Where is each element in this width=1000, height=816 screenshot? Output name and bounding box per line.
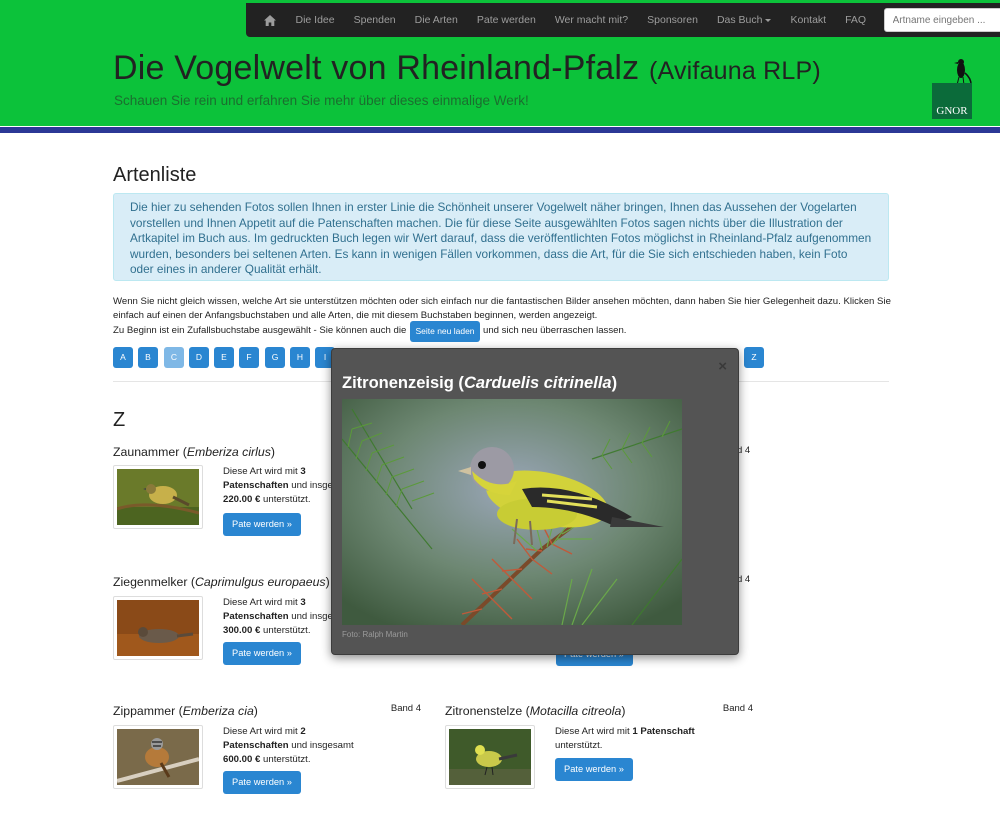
nav-das-buch[interactable]: Das Buch [707,3,781,37]
ziegenmelker-photo [117,600,199,656]
site-title-suffix[interactable]: (Avifauna RLP) [649,57,821,85]
nav-faq[interactable]: FAQ [836,3,876,37]
species-name[interactable]: Zippammer (Emberiza cia) [113,704,258,718]
photo-credit: Foto: Ralph Martin [342,630,408,639]
species-common-name[interactable]: Ziegenmelker [113,575,188,589]
patenschaft-count: 2 [300,726,306,737]
patenschaft-count: 3 [300,597,306,608]
page-title: Artenliste [113,164,197,186]
band-label: Band 4 [722,703,753,714]
intro-lead-text: Zu Beginn ist ein Zufallsbuchstabe ausge… [113,325,407,336]
species-latin-name[interactable]: Emberiza cia [183,704,254,718]
modal-species-name: Zitronenzeisig [342,374,454,392]
species-common-name[interactable]: Zitronenstelze [445,704,522,718]
modal-species-latin: Carduelis citrinella [463,374,612,392]
gnor-logo[interactable]: GNOR [932,57,972,119]
species-card-zippammer: Zippammer (Emberiza cia) Band 4 Diese Ar… [113,703,421,814]
desc-text: unterstützt. [260,753,311,765]
reload-page-button[interactable]: Seite neu laden [410,321,480,342]
nav-die-arten[interactable]: Die Arten [405,3,467,37]
caret-down-icon [765,18,772,22]
logo-text: GNOR [936,105,968,117]
desc-bold: Patenschaften [223,739,289,751]
letter-button-g[interactable]: G [265,347,285,368]
modal-species-photo [342,399,682,625]
desc-text: Diese Art wird mit [555,726,630,737]
species-thumbnail[interactable] [113,465,203,529]
species-latin-name[interactable]: Motacilla citreola [530,704,622,718]
species-name[interactable]: Zitronenstelze (Motacilla citreola) [445,704,625,718]
letter-button-d[interactable]: D [189,347,209,368]
nav-das-buch-label: Das Buch [716,14,763,26]
become-sponsor-button[interactable]: Pate werden » [223,771,301,794]
nav-kontakt[interactable]: Kontakt [781,3,836,37]
desc-bold: Patenschaften [223,479,289,491]
desc-text: Diese Art wird mit [223,466,298,477]
site-title-main[interactable]: Die Vogelwelt von Rheinland-Pfalz [113,49,639,87]
become-sponsor-button[interactable]: Pate werden » [555,758,633,781]
letter-button-f[interactable]: F [239,347,259,368]
zippammer-photo [116,729,200,785]
home-icon [264,14,276,26]
letter-button-b[interactable]: B [138,347,158,368]
desc-text: und insgesamt [288,739,354,751]
species-photo-modal: Zitronenzeisig (Carduelis citrinella) × [331,348,739,655]
letter-button-c[interactable]: C [164,347,184,368]
species-common-name[interactable]: Zaunammer [113,445,179,459]
header-blue-bar [0,127,1000,133]
letter-button-a[interactable]: A [113,347,133,368]
zaunammer-photo [116,469,200,525]
nav-die-idee[interactable]: Die Idee [286,3,344,37]
nav-spenden[interactable]: Spenden [344,3,405,37]
species-card-zitronenstelze: Zitronenstelze (Motacilla citreola) Band… [445,703,753,814]
species-common-name[interactable]: Zippammer [113,704,175,718]
band-label: Band 4 [390,703,421,714]
nav-wer-macht-mit[interactable]: Wer macht mit? [545,3,637,37]
site-title[interactable]: Die Vogelwelt von Rheinland-Pfalz (Avifa… [113,49,821,88]
species-latin-name[interactable]: Emberiza cirlus [187,445,271,459]
become-sponsor-button[interactable]: Pate werden » [223,513,301,536]
close-icon[interactable]: × [718,359,727,374]
info-alert: Die hier zu sehenden Fotos sollen Ihnen … [113,193,889,281]
nav-pate-werden[interactable]: Pate werden [467,3,545,37]
species-name[interactable]: Ziegenmelker (Caprimulgus europaeus) [113,575,330,589]
home-nav-item[interactable] [246,3,286,37]
desc-text: unterstützt. [555,739,603,751]
top-navbar: Die Idee Spenden Die Arten Pate werden W… [246,3,1000,37]
letter-button-e[interactable]: E [214,347,234,368]
species-description: Diese Art wird mit 2 Patenschaften und i… [223,725,373,766]
donation-amount: 300.00 € [223,624,261,636]
species-thumbnail[interactable] [113,596,203,660]
desc-text: unterstützt. [260,624,311,636]
species-thumbnail[interactable] [113,725,203,789]
intro-tail-text: und sich neu überraschen lassen. [483,325,627,336]
species-latin-name[interactable]: Caprimulgus europaeus [195,575,326,589]
letter-button-z[interactable]: Z [744,347,764,368]
species-thumbnail[interactable] [445,725,535,789]
desc-text: Diese Art wird mit [223,597,298,608]
patenschaft-count: 3 [300,466,306,477]
zitronenzeisig-photo [342,399,682,625]
donation-amount: 220.00 € [223,493,261,505]
desc-bold: Patenschaften [223,610,289,622]
zitronenstelze-photo [449,729,531,785]
species-search-input[interactable] [883,8,1000,32]
letter-button-h[interactable]: H [290,347,310,368]
species-description: Diese Art wird mit 1 Patenschaft unterst… [555,725,705,753]
species-name[interactable]: Zaunammer (Emberiza cirlus) [113,445,275,459]
nav-sponsoren[interactable]: Sponsoren [638,3,708,37]
donation-amount: 600.00 € [223,753,261,765]
modal-title: Zitronenzeisig (Carduelis citrinella) [342,374,618,392]
patenschaft-count: 1 Patenschaft [632,726,695,737]
desc-text: Diese Art wird mit [223,726,298,737]
desc-text: unterstützt. [260,493,311,505]
section-letter-heading: Z [113,409,126,431]
intro-text: Wenn Sie nicht gleich wissen, welche Art… [113,296,891,322]
become-sponsor-button[interactable]: Pate werden » [223,642,301,665]
site-tagline: Schauen Sie rein und erfahren Sie mehr ü… [114,93,529,108]
